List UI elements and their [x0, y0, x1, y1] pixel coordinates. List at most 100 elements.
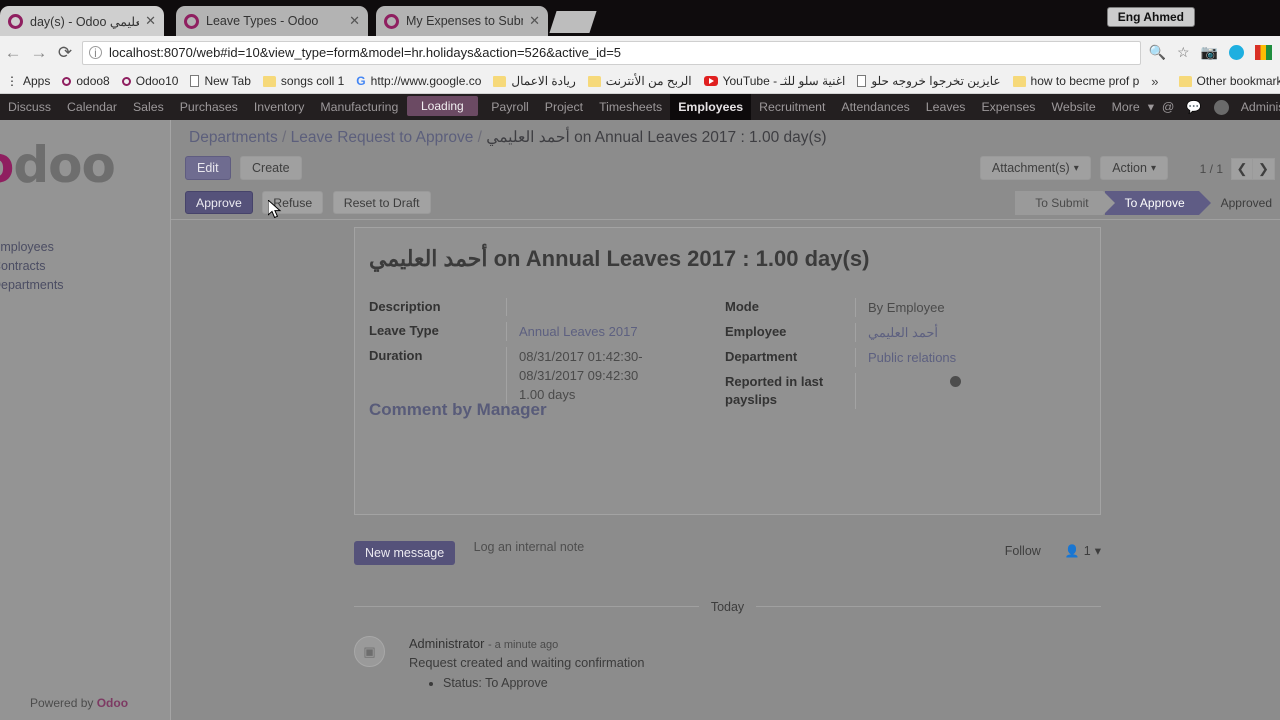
- menu-item-expenses[interactable]: Expenses: [973, 94, 1043, 120]
- breadcrumb-item-leave-request[interactable]: Leave Request to Approve: [291, 129, 474, 146]
- google-icon: G: [356, 74, 366, 88]
- bookmark-new-tab[interactable]: New Tab: [184, 71, 256, 91]
- close-icon[interactable]: ✕: [145, 13, 156, 29]
- menu-item-manufacturing[interactable]: Manufacturing: [312, 94, 406, 120]
- camera-icon[interactable]: 📷: [1201, 44, 1218, 61]
- stage-approved[interactable]: Approved: [1201, 191, 1278, 215]
- status-pipeline: To Submit To Approve Approved: [1015, 191, 1280, 215]
- bookmark-other-bookmarks[interactable]: Other bookmark: [1173, 71, 1280, 91]
- field-value[interactable]: Annual Leaves 2017: [506, 322, 719, 341]
- field-department: Department Public relations: [725, 348, 1085, 367]
- field-value: 08/31/2017 01:42:30- 08/31/2017 09:42:30…: [506, 347, 719, 404]
- field-value[interactable]: Public relations: [855, 348, 1085, 367]
- bookmark-apps[interactable]: ⋮ Apps: [0, 71, 56, 91]
- attachments-dropdown[interactable]: Attachment(s): [979, 156, 1091, 180]
- menu-item-website[interactable]: Website: [1043, 94, 1103, 120]
- sidebar-item-employees[interactable]: Employees: [0, 238, 64, 257]
- message-body: Administrator - a minute ago Request cre…: [409, 636, 644, 690]
- field-value[interactable]: أحمد العليمي: [855, 323, 1085, 342]
- menu-item-discuss[interactable]: Discuss: [0, 94, 59, 120]
- menu-item-payroll[interactable]: Payroll: [483, 94, 537, 120]
- bookmark-kharoga[interactable]: عايزين تخرجوا خروجه حلو: [851, 71, 1006, 91]
- bookmark-star-icon[interactable]: ☆: [1177, 44, 1190, 61]
- bookmark-google[interactable]: G http://www.google.co: [350, 71, 487, 91]
- forward-icon[interactable]: →: [26, 43, 52, 63]
- stage-to-approve[interactable]: To Approve: [1104, 191, 1211, 215]
- create-button[interactable]: Create: [240, 156, 302, 180]
- bookmark-alribh[interactable]: الربح من الأنترنت: [582, 71, 698, 91]
- chat-icon[interactable]: 💬: [1186, 100, 1201, 115]
- pager-previous-icon[interactable]: ❮: [1231, 158, 1253, 180]
- menu-item-inventory[interactable]: Inventory: [246, 94, 313, 120]
- followers-count-button[interactable]: 👤 1 ▾: [1065, 543, 1101, 559]
- loading-indicator: Loading: [407, 96, 478, 116]
- bookmark-songs-coll-1[interactable]: songs coll 1: [257, 71, 350, 91]
- field-value[interactable]: By Employee: [855, 298, 1085, 317]
- address-bar[interactable]: i localhost:8070/web#id=10&view_type=for…: [82, 40, 1141, 65]
- browser-tab-2[interactable]: Leave Types - Odoo ✕: [176, 6, 368, 36]
- menu-item-sales[interactable]: Sales: [125, 94, 172, 120]
- menu-item-timesheets[interactable]: Timesheets: [591, 94, 670, 120]
- field-description: Description: [369, 298, 719, 316]
- pager-next-icon[interactable]: ❯: [1253, 158, 1275, 180]
- chevron-down-icon[interactable]: ▾: [1095, 543, 1101, 558]
- colorful-extension-icon[interactable]: [1255, 45, 1272, 60]
- avatar[interactable]: [1213, 99, 1229, 115]
- new-message-button[interactable]: New message: [354, 541, 456, 565]
- stage-to-submit[interactable]: To Submit: [1015, 191, 1115, 215]
- chatter-toolbar: New message Log an internal note Follow …: [354, 540, 1101, 574]
- user-menu-label[interactable]: Administrator: [1241, 100, 1280, 114]
- action-dropdown[interactable]: Action: [1100, 156, 1168, 180]
- menu-item-calendar[interactable]: Calendar: [59, 94, 125, 120]
- pager-count: 1 / 1: [1199, 162, 1223, 176]
- breadcrumb-item-departments[interactable]: Departments: [189, 129, 278, 146]
- bookmark-odoo10[interactable]: Odoo10: [116, 71, 185, 91]
- field-value[interactable]: [506, 298, 719, 316]
- sidebar-item-departments[interactable]: Departments: [0, 276, 64, 295]
- search-icon[interactable]: 🔍: [1149, 44, 1166, 61]
- skype-extension-icon[interactable]: [1229, 45, 1244, 60]
- checkbox-icon[interactable]: [950, 376, 961, 387]
- browser-tab-1[interactable]: day(s) - Odoo أحمد العليمي ✕: [0, 6, 164, 36]
- systray: @ 💬 Administrator: [1162, 99, 1280, 115]
- sidebar-item-contracts[interactable]: Contracts: [0, 257, 64, 276]
- site-info-icon[interactable]: i: [89, 46, 102, 59]
- log-internal-note-button[interactable]: Log an internal note: [474, 540, 585, 554]
- new-tab-button[interactable]: [549, 11, 597, 33]
- menu-item-purchases[interactable]: Purchases: [172, 94, 246, 120]
- mail-icon[interactable]: @: [1162, 100, 1174, 114]
- menu-item-recruitment[interactable]: Recruitment: [751, 94, 833, 120]
- back-icon[interactable]: ←: [0, 43, 26, 63]
- bookmark-odoo8[interactable]: odoo8: [56, 71, 115, 91]
- close-icon[interactable]: ✕: [529, 13, 540, 29]
- bookmark-riyadat-alamal[interactable]: ريادة الاعمال: [487, 71, 581, 91]
- edit-button[interactable]: Edit: [185, 156, 231, 180]
- field-label: Description: [369, 299, 441, 314]
- youtube-icon: [703, 76, 718, 86]
- bookmark-label: how to becme prof p: [1030, 74, 1140, 88]
- omnibox-icons: 🔍 ☆ 📷: [1149, 44, 1280, 61]
- follow-button[interactable]: Follow: [1005, 544, 1041, 558]
- bookmark-label: اغنية سلو للثـ - YouTube: [722, 74, 846, 88]
- reset-to-draft-button[interactable]: Reset to Draft: [332, 191, 431, 214]
- folder-icon: [587, 75, 601, 87]
- reload-icon[interactable]: ⟳: [52, 43, 78, 63]
- browser-tab-3[interactable]: My Expenses to Submit - ✕: [376, 6, 548, 36]
- bookmarks-overflow-icon[interactable]: »: [1145, 74, 1164, 89]
- approve-button[interactable]: Approve: [185, 191, 253, 214]
- menu-item-employees[interactable]: Employees: [670, 94, 752, 120]
- form-sheet: أحمد العليمي on Annual Leaves 2017 : 1.0…: [354, 227, 1101, 515]
- bookmark-youtube[interactable]: اغنية سلو للثـ - YouTube: [698, 71, 852, 91]
- odoo-favicon-icon: [8, 13, 23, 29]
- message-author[interactable]: Administrator: [409, 636, 484, 651]
- odoo-circle-icon: [62, 76, 72, 86]
- bookmark-how-to-become-prof[interactable]: how to becme prof p: [1007, 71, 1146, 91]
- folder-icon: [1012, 75, 1026, 87]
- chevron-down-icon[interactable]: ▾: [1148, 94, 1162, 120]
- close-icon[interactable]: ✕: [349, 13, 360, 29]
- menu-item-project[interactable]: Project: [537, 94, 591, 120]
- menu-item-leaves[interactable]: Leaves: [918, 94, 974, 120]
- menu-item-attendances[interactable]: Attendances: [833, 94, 917, 120]
- menu-item-more[interactable]: More: [1104, 94, 1148, 120]
- powered-by-brand[interactable]: Odoo: [97, 696, 128, 710]
